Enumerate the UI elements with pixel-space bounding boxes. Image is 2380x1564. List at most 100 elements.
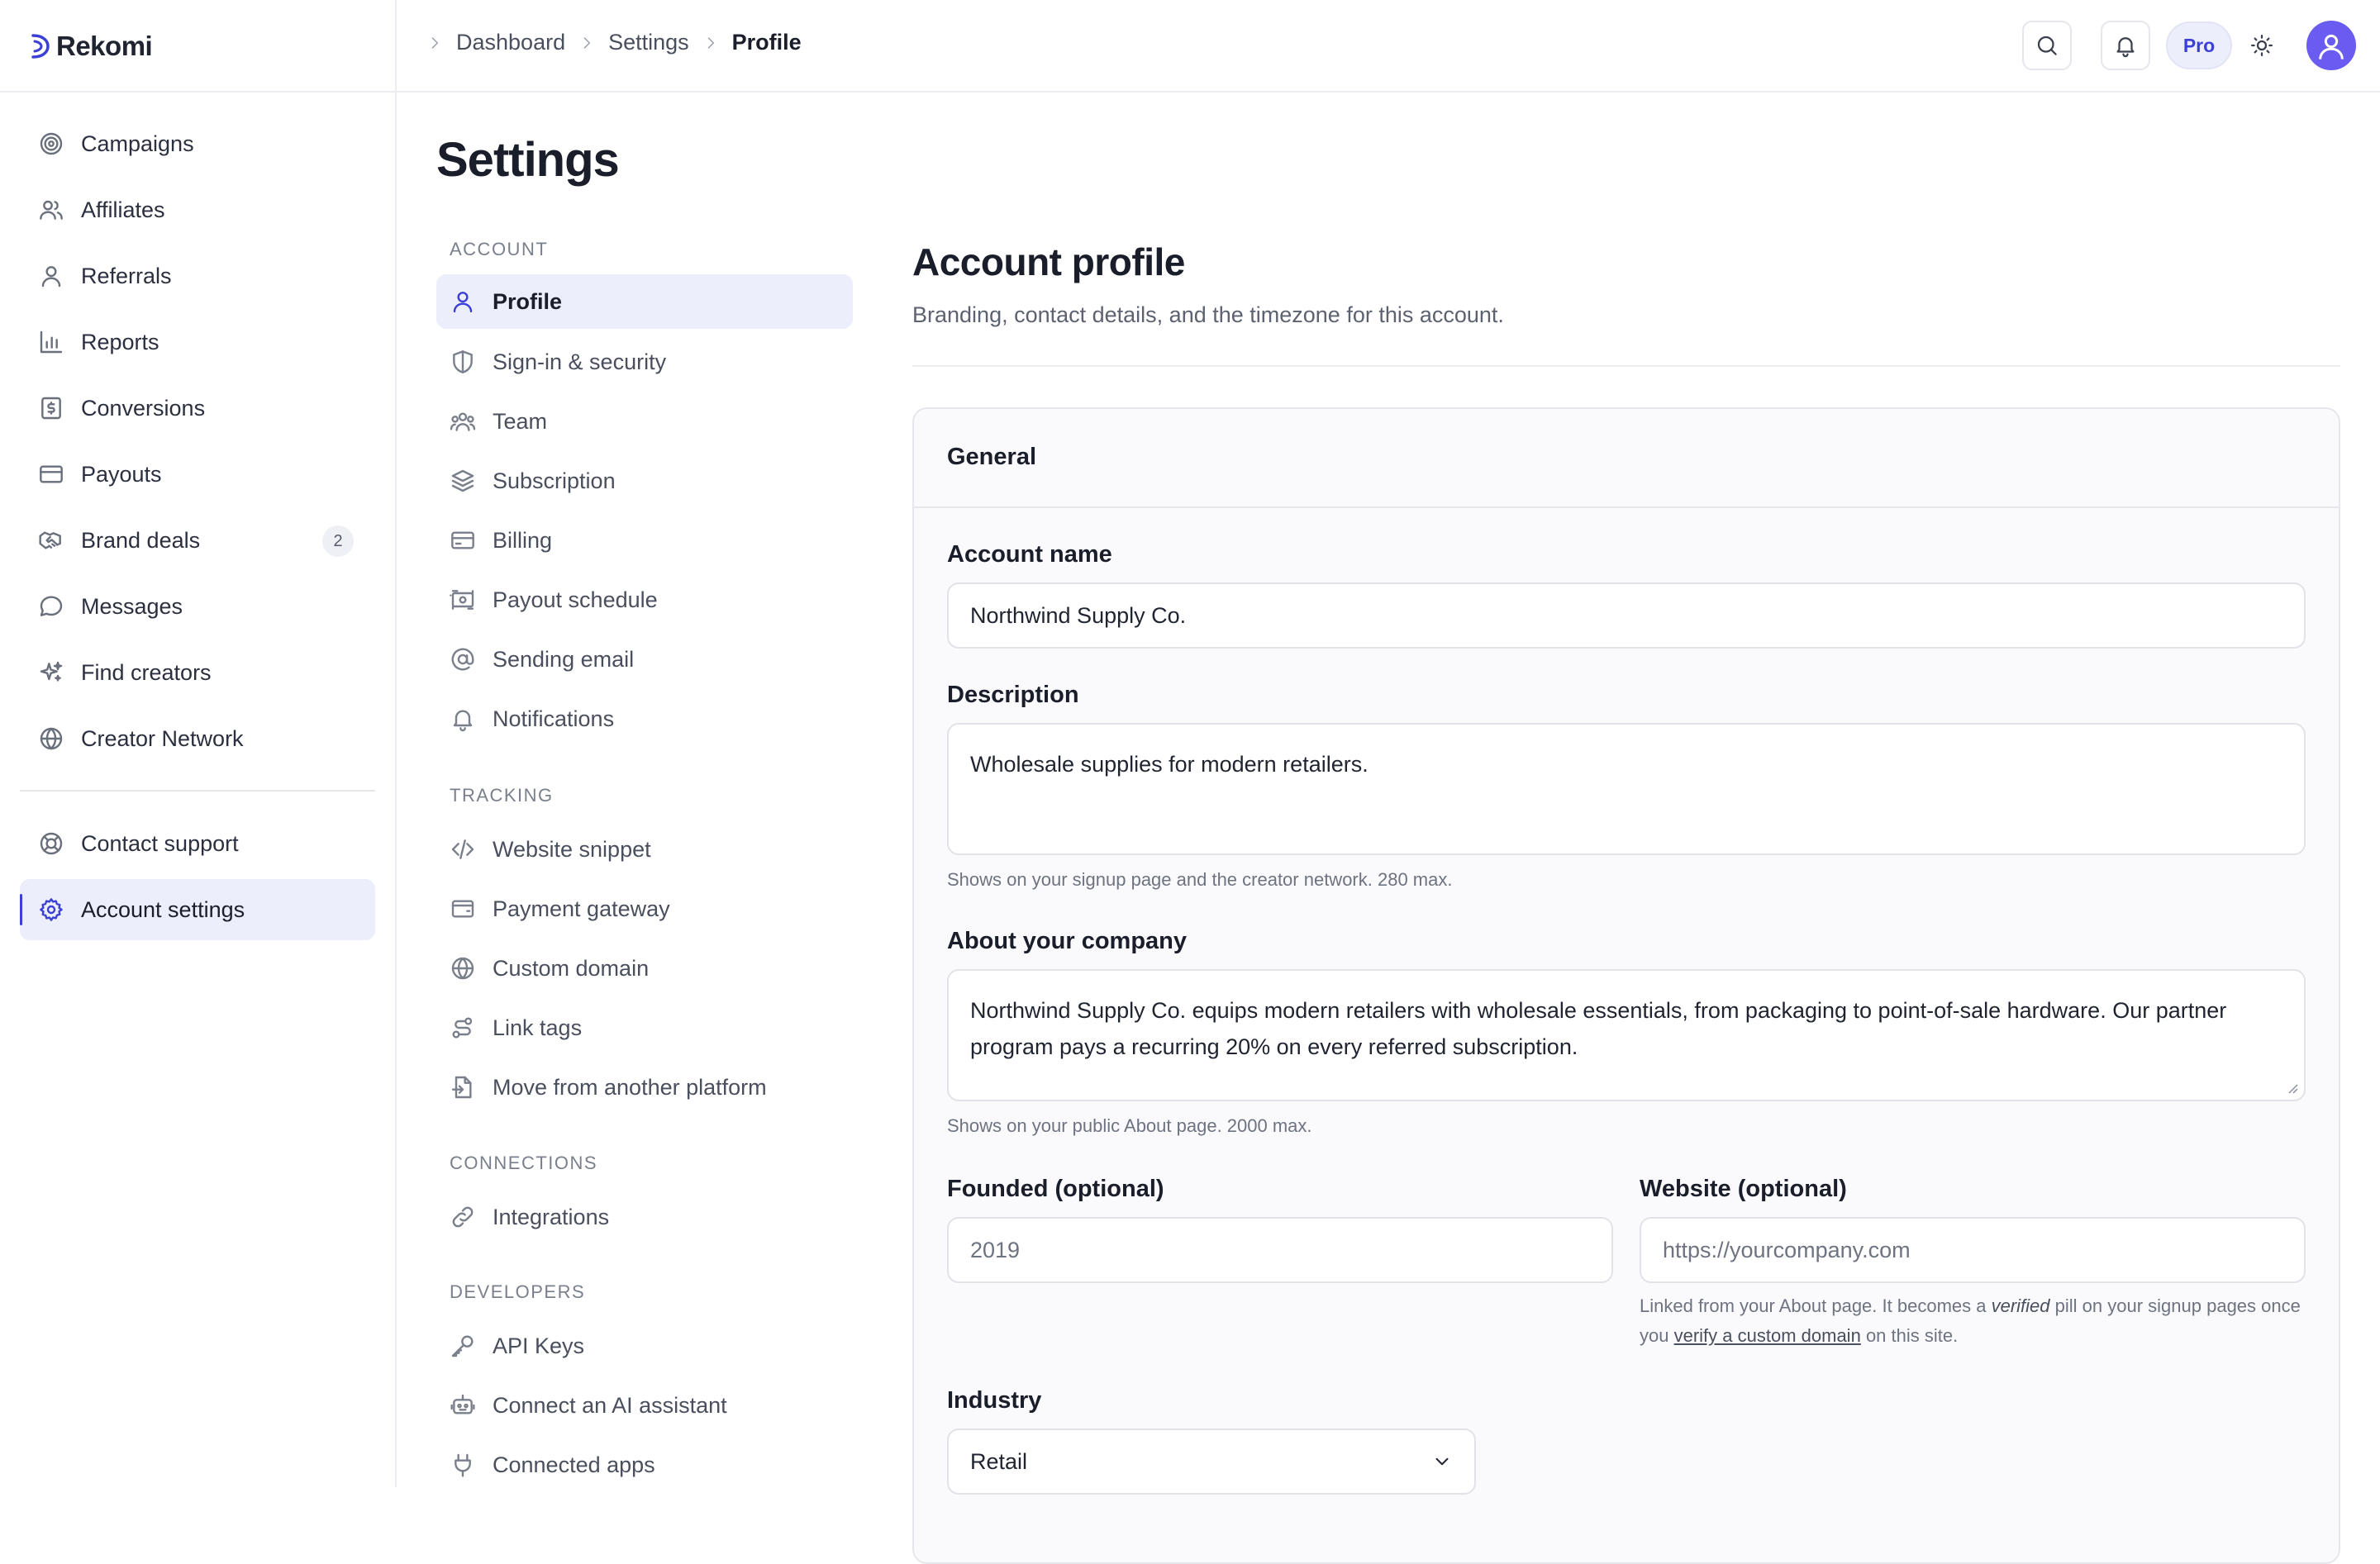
settings-item-move-platform[interactable]: Move from another platform — [436, 1060, 853, 1115]
route-icon — [452, 1017, 473, 1039]
settings-item-connected-apps[interactable]: Connected apps — [436, 1438, 853, 1492]
users-icon — [40, 200, 63, 220]
search-icon — [2037, 36, 2057, 55]
verify-domain-link[interactable]: verify a custom domain — [1674, 1325, 1861, 1346]
sidebar-item-affiliates[interactable]: Affiliates — [20, 179, 375, 240]
sidebar-item-contact-support[interactable]: Contact support — [20, 813, 375, 874]
settings-item-billing[interactable]: Billing — [436, 513, 853, 568]
sidebar-item-label: Find creators — [81, 659, 212, 685]
settings-item-notifications[interactable]: Notifications — [436, 692, 853, 746]
sidebar-item-messages[interactable]: Messages — [20, 576, 375, 637]
user-avatar[interactable] — [2306, 21, 2356, 70]
settings-item-integrations[interactable]: Integrations — [436, 1190, 853, 1244]
notification-count-badge: 2 — [322, 525, 354, 557]
settings-item-subscription[interactable]: Subscription — [436, 454, 853, 508]
user-avatar-icon — [2319, 34, 2344, 59]
account-name-input[interactable]: Northwind Supply Co. — [947, 582, 2306, 649]
settings-item-label: Notifications — [493, 706, 615, 731]
settings-item-label: Profile — [493, 288, 563, 314]
settings-item-sending-email[interactable]: Sending email — [436, 632, 853, 687]
section-label-developers: DEVELOPERS — [450, 1281, 586, 1302]
website-label: Website (optional) — [1640, 1176, 1847, 1202]
card-header: General — [914, 409, 2339, 508]
card-title: General — [947, 444, 1036, 470]
app-name: Rekomi — [56, 31, 153, 61]
settings-item-label: Integrations — [493, 1204, 610, 1229]
user-icon — [41, 266, 61, 288]
website-hint-verified: verified — [1991, 1295, 2050, 1316]
team-icon — [450, 412, 476, 431]
sidebar-item-label: Creator Network — [81, 725, 244, 751]
website-hint-text: on this site. — [1865, 1325, 1959, 1346]
credit-card-icon — [451, 531, 474, 549]
breadcrumb-profile: Profile — [731, 30, 802, 55]
search-button[interactable] — [2022, 21, 2072, 70]
settings-item-payment-gateway[interactable]: Payment gateway — [436, 882, 853, 936]
settings-item-label: Subscription — [493, 468, 616, 493]
settings-item-link-tags[interactable]: Link tags — [436, 1001, 853, 1055]
settings-item-api-keys[interactable]: API Keys — [436, 1319, 853, 1373]
sidebar-item-referrals[interactable]: Referrals — [20, 245, 375, 307]
sidebar-item-label: Payouts — [81, 461, 162, 487]
bell-icon — [453, 710, 473, 732]
sparkle-icon — [40, 661, 63, 682]
breadcrumb-dashboard[interactable]: Dashboard — [456, 30, 565, 55]
website-input[interactable]: https://yourcompany.com — [1640, 1217, 2306, 1283]
sun-icon — [2251, 35, 2273, 56]
sidebar-item-payouts[interactable]: Payouts — [20, 444, 375, 505]
file-import-icon — [451, 1076, 472, 1099]
wallet-icon — [451, 900, 474, 918]
sidebar-item-campaigns[interactable]: Campaigns — [20, 113, 375, 174]
resize-handle-icon[interactable] — [2286, 1081, 2299, 1095]
website-hint: Linked from your About page. It becomes … — [1640, 1291, 2317, 1351]
settings-item-payout-schedule[interactable]: Payout schedule — [436, 573, 853, 627]
settings-item-custom-domain[interactable]: Custom domain — [436, 941, 853, 996]
receipt-icon — [41, 397, 61, 420]
sidebar-header-divider — [0, 91, 395, 93]
theme-toggle-button[interactable] — [2237, 21, 2287, 70]
settings-item-sign-in-security[interactable]: Sign-in & security — [436, 335, 853, 389]
chevron-down-icon — [1435, 1457, 1449, 1466]
shield-icon — [453, 350, 473, 373]
page-title: Settings — [436, 133, 620, 187]
sidebar-item-account-settings[interactable]: Account settings — [20, 879, 375, 940]
settings-item-team[interactable]: Team — [436, 394, 853, 449]
description-textarea[interactable]: Wholesale supplies for modern retailers. — [947, 723, 2306, 855]
sidebar-item-label: Account settings — [81, 896, 245, 922]
rekomi-logo-icon — [31, 34, 50, 59]
settings-item-label: Website snippet — [493, 836, 651, 862]
sidebar-divider — [20, 790, 375, 792]
sidebar-item-conversions[interactable]: Conversions — [20, 378, 375, 439]
about-textarea[interactable]: Northwind Supply Co. equips modern retai… — [947, 969, 2306, 1101]
settings-item-label: Connected apps — [493, 1452, 655, 1477]
settings-item-label: Sign-in & security — [493, 349, 667, 374]
breadcrumb-settings[interactable]: Settings — [608, 30, 689, 55]
founded-input[interactable]: 2019 — [947, 1217, 1613, 1283]
settings-item-label: Link tags — [493, 1015, 583, 1040]
industry-select[interactable]: Retail — [947, 1429, 1476, 1495]
link-icon — [452, 1206, 474, 1228]
about-hint: Shows on your public About page. 2000 ma… — [947, 1115, 1312, 1136]
sidebar-item-find-creators[interactable]: Find creators — [20, 642, 375, 703]
app-logo[interactable]: Rekomi — [30, 28, 153, 64]
description-hint: Shows on your signup page and the creato… — [947, 869, 1453, 890]
sidebar-item-brand-deals[interactable]: Brand deals 2 — [20, 510, 375, 571]
plan-badge[interactable]: Pro — [2166, 21, 2232, 69]
description-label: Description — [947, 682, 1079, 708]
settings-item-label: Billing — [493, 527, 553, 553]
chat-bubble-icon — [40, 596, 63, 616]
sidebar-item-creator-network[interactable]: Creator Network — [20, 708, 375, 769]
settings-item-website-snippet[interactable]: Website snippet — [436, 822, 853, 877]
settings-item-label: Connect an AI assistant — [493, 1392, 727, 1418]
layers-icon — [451, 469, 474, 492]
life-buoy-icon — [40, 832, 63, 855]
notifications-button[interactable] — [2101, 21, 2150, 70]
settings-item-label: Payout schedule — [493, 587, 658, 612]
sidebar-item-reports[interactable]: Reports — [20, 311, 375, 373]
settings-item-label: Team — [493, 408, 548, 434]
section-subtitle: Branding, contact details, and the timez… — [912, 302, 1504, 327]
settings-item-profile[interactable]: Profile — [436, 274, 853, 329]
bar-chart-icon — [40, 330, 63, 354]
settings-item-ai-assistant[interactable]: Connect an AI assistant — [436, 1378, 853, 1433]
settings-item-label: Custom domain — [493, 955, 650, 981]
